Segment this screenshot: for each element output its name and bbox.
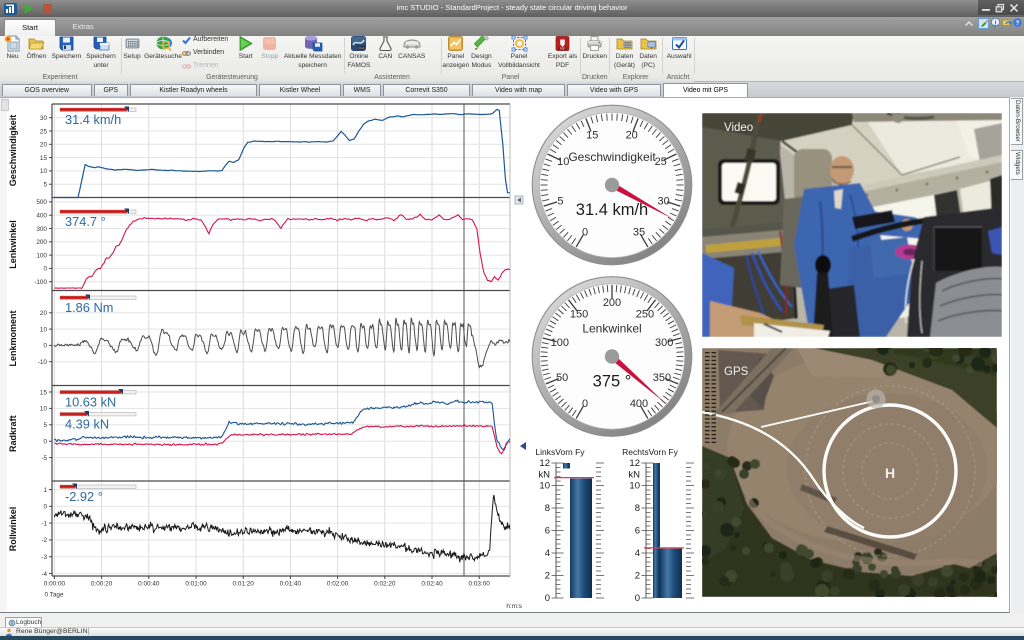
svg-text:10: 10 xyxy=(539,481,550,492)
svg-text:6: 6 xyxy=(635,526,640,537)
svg-text:0: 0 xyxy=(635,593,640,604)
svg-text:LinksVorn Fy: LinksVorn Fy xyxy=(535,447,585,457)
svg-text:8: 8 xyxy=(545,503,550,514)
svg-text:12: 12 xyxy=(539,458,550,469)
svg-text:4: 4 xyxy=(545,548,550,559)
svg-text:10: 10 xyxy=(629,481,640,492)
svg-text:H: H xyxy=(885,465,895,481)
svg-text:GPS: GPS xyxy=(724,366,749,378)
svg-text:4: 4 xyxy=(635,548,640,559)
svg-text:2: 2 xyxy=(635,571,640,582)
svg-text:0: 0 xyxy=(545,593,550,604)
svg-text:kN: kN xyxy=(628,469,640,480)
svg-text:RechtsVorn Fy: RechtsVorn Fy xyxy=(622,447,678,457)
svg-text:8: 8 xyxy=(635,503,640,514)
svg-text:Video: Video xyxy=(724,122,753,134)
svg-text:6: 6 xyxy=(545,526,550,537)
svg-text:2: 2 xyxy=(545,571,550,582)
svg-text:kN: kN xyxy=(538,469,550,480)
svg-text:12: 12 xyxy=(629,458,640,469)
